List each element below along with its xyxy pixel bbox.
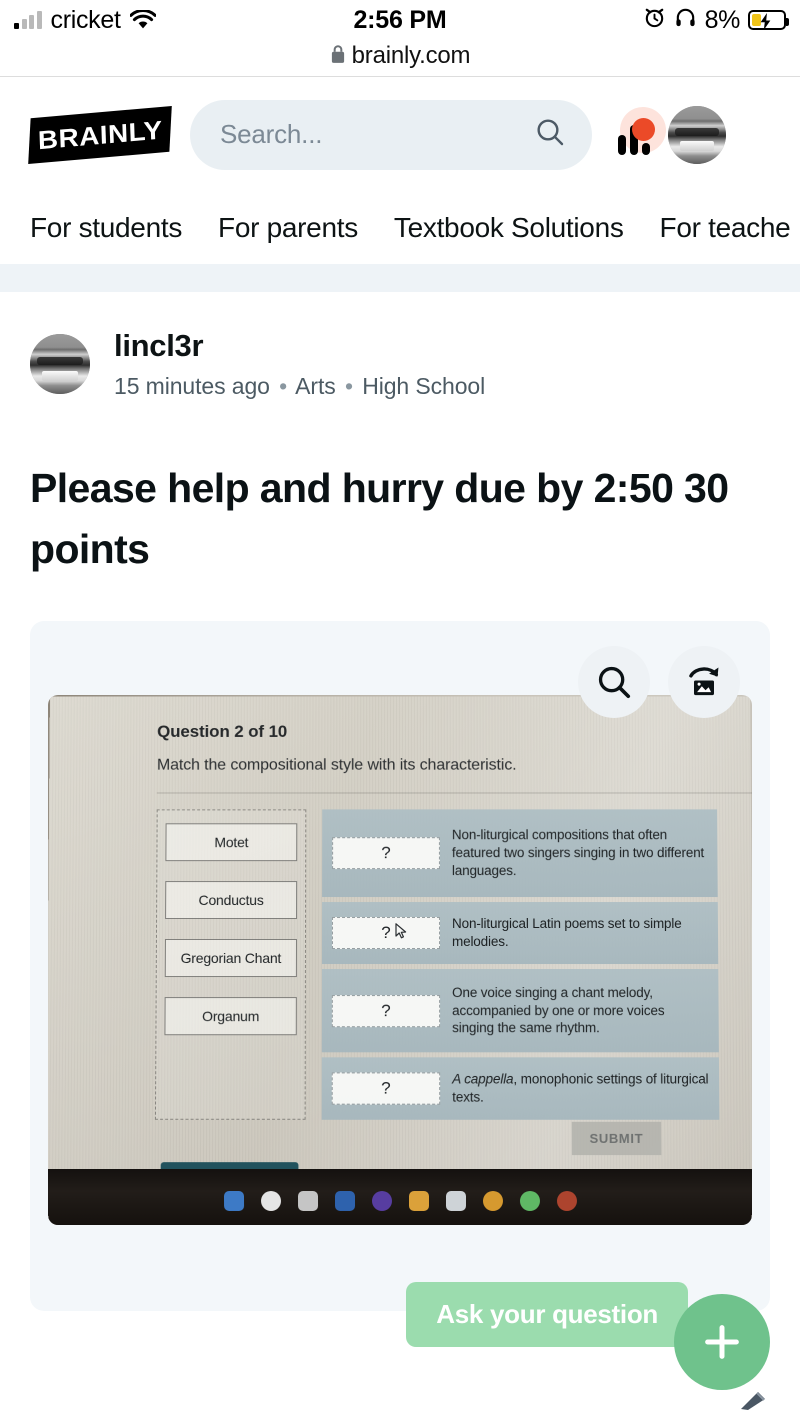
question-grade: High School <box>362 373 486 399</box>
quiz-divider <box>156 792 752 794</box>
attachment-photo[interactable]: Question 2 of 10 Match the compositional… <box>48 695 752 1226</box>
status-bar: cricket 2:56 PM 8% <box>0 0 800 40</box>
author-info: lincl3r 15 minutes ago • Arts • High Sch… <box>114 328 485 400</box>
scroll-up-arrow-icon[interactable] <box>738 1389 768 1416</box>
dock-icon <box>334 1191 355 1212</box>
header-actions <box>618 105 726 164</box>
ask-your-question-button[interactable]: Ask your question <box>406 1282 688 1347</box>
author-avatar[interactable] <box>30 334 90 394</box>
description-2: Non-liturgical Latin poems set to simple… <box>451 916 682 950</box>
description-1: Non-liturgical compositions that often f… <box>451 827 705 879</box>
question-subject: Arts <box>295 373 336 399</box>
bar-chart-icon[interactable] <box>618 106 666 157</box>
search-placeholder: Search... <box>220 119 323 149</box>
author-avatar-image <box>30 334 90 394</box>
quiz-question-number: Question 2 of 10 <box>157 722 288 742</box>
browser-url-bar[interactable]: brainly.com <box>0 40 800 77</box>
term-gregorian-chant[interactable]: Gregorian Chant <box>164 939 297 978</box>
match-row: ? Non-liturgical compositions that often… <box>322 809 718 898</box>
notification-dot <box>632 117 655 141</box>
brainly-logo[interactable]: BRAINLY <box>28 105 172 164</box>
dock-icon <box>408 1191 429 1212</box>
description-4: A cappella, monophonic settings of litur… <box>452 1071 709 1107</box>
question-author: lincl3r 15 minutes ago • Arts • High Sch… <box>30 292 770 400</box>
dock-icon <box>223 1191 244 1212</box>
nav-item-textbook-solutions[interactable]: Textbook Solutions <box>394 212 624 244</box>
image-tools <box>578 646 740 719</box>
description-rows: ? Non-liturgical compositions that often… <box>321 809 720 1121</box>
dock-icon <box>445 1191 466 1212</box>
brainly-logo-text: BRAINLY <box>37 113 163 155</box>
avatar-image <box>668 105 726 164</box>
site-header: BRAINLY Search... <box>0 77 800 192</box>
matching-area: Motet Conductus Gregorian Chant Organum … <box>154 809 720 1121</box>
add-question-fab[interactable] <box>674 1294 770 1390</box>
description-4-italic: A cappella <box>452 1071 514 1088</box>
dock-icon <box>519 1191 540 1212</box>
status-bar-clock: 2:56 PM <box>353 5 447 34</box>
dock-icon <box>297 1191 318 1212</box>
nav-item-for-parents[interactable]: For parents <box>218 212 358 244</box>
submit-button[interactable]: SUBMIT <box>571 1122 662 1156</box>
magnifier-icon-button[interactable] <box>578 646 650 719</box>
dock-icon <box>260 1191 281 1212</box>
meta-separator-2: • <box>344 373 353 399</box>
question-content: lincl3r 15 minutes ago • Arts • High Sch… <box>0 292 800 1312</box>
drop-slot-4[interactable]: ? <box>331 1072 441 1105</box>
nav-item-for-students[interactable]: For students <box>30 212 182 244</box>
plus-icon <box>705 1325 739 1359</box>
attachment-card: Question 2 of 10 Match the compositional… <box>30 621 770 1312</box>
avatar[interactable] <box>668 105 726 164</box>
drop-slot-2[interactable]: ? <box>331 917 441 950</box>
quiz-screen: Question 2 of 10 Match the compositional… <box>48 696 752 1200</box>
lock-icon <box>330 44 346 69</box>
drop-slot-1[interactable]: ? <box>332 837 440 870</box>
term-bank: Motet Conductus Gregorian Chant Organum <box>154 809 307 1121</box>
main-nav[interactable]: For students For parents Textbook Soluti… <box>0 192 800 264</box>
battery-charging-icon <box>748 10 789 30</box>
rotate-image-icon-button[interactable] <box>668 646 740 719</box>
description-3: One voice singing a chant melody, accomp… <box>452 985 665 1036</box>
nav-item-for-teachers[interactable]: For teache <box>660 212 791 244</box>
drop-slot-3[interactable]: ? <box>331 994 441 1028</box>
match-row: ? A cappella, monophonic settings of lit… <box>321 1057 720 1121</box>
term-conductus[interactable]: Conductus <box>165 881 298 920</box>
dock-icon <box>556 1191 577 1212</box>
nav-divider-band <box>0 264 800 292</box>
match-row: ? Non-liturgical Latin poems set to simp… <box>321 902 719 965</box>
meta-separator-1: • <box>279 373 288 399</box>
term-motet[interactable]: Motet <box>165 823 298 862</box>
page-title: Please help and hurry due by 2:50 30 poi… <box>30 465 729 572</box>
term-organum[interactable]: Organum <box>164 997 297 1036</box>
search-input[interactable]: Search... <box>190 99 592 170</box>
author-username[interactable]: lincl3r <box>114 328 485 364</box>
dock-icon <box>482 1191 503 1212</box>
url-text: brainly.com <box>351 42 471 69</box>
mouse-cursor-icon <box>395 923 408 944</box>
question-timestamp: 15 minutes ago <box>114 373 270 399</box>
laptop-bezel-dock <box>48 1169 752 1226</box>
quiz-prompt: Match the compositional style with its c… <box>156 757 517 774</box>
dock-icon <box>371 1191 392 1212</box>
phone-screen: cricket 2:56 PM 8% brainly.com BRAINLY S… <box>0 0 800 1422</box>
match-row: ? One voice singing a chant melody, acco… <box>321 969 719 1053</box>
question-meta: 15 minutes ago • Arts • High School <box>114 373 485 400</box>
drop-slot-2-label: ? <box>381 923 391 943</box>
search-icon[interactable] <box>534 116 566 153</box>
